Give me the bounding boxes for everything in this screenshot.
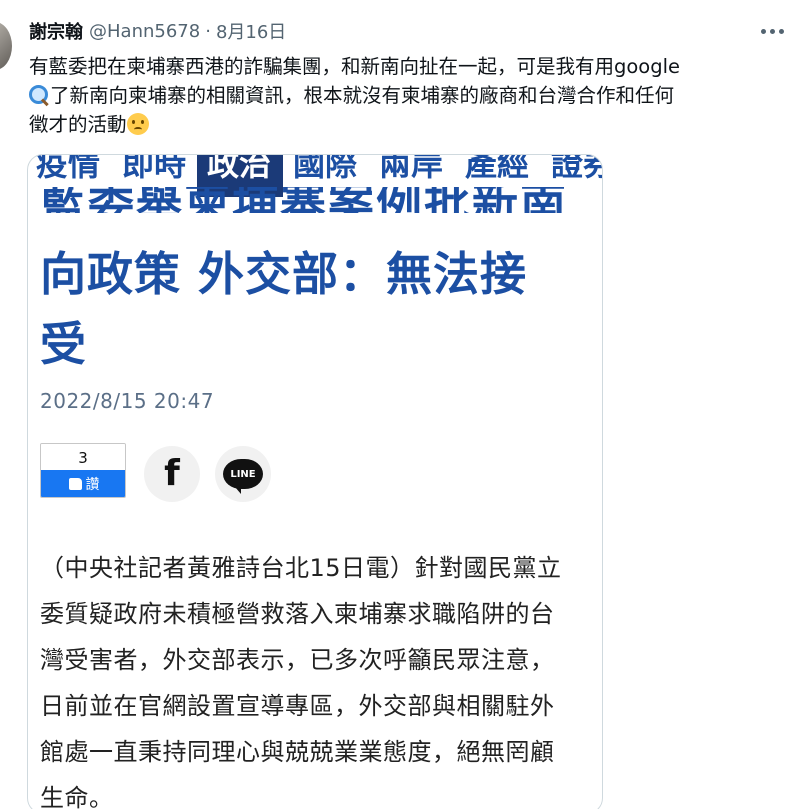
tweet-text-line-content: 徵才的活動 — [29, 113, 127, 136]
nav-item: 兩岸 — [379, 155, 444, 183]
like-button-label: 讚 — [85, 476, 100, 493]
more-options-button[interactable] — [754, 16, 790, 46]
tweet-header: 謝宗翰 @Hann5678 · 8月16日 — [29, 18, 286, 44]
author-name[interactable]: 謝宗翰 — [29, 18, 83, 44]
facebook-like-widget: 3 讚 — [40, 443, 126, 498]
tweet-text-line: 有藍委把在柬埔寨西港的詐騙集團，和新南向扯在一起，可是我有用google — [29, 55, 681, 78]
like-button: 讚 — [41, 470, 125, 497]
facebook-share-button: f — [144, 446, 200, 502]
headline-line: 受 — [40, 317, 87, 371]
article-body: （中央社記者黃雅詩台北15日電）針對國民黨立 委質疑政府未積極營救落入柬埔寨求職… — [40, 545, 592, 809]
frowning-face-icon — [126, 113, 149, 135]
author-handle[interactable]: @Hann5678 — [89, 21, 200, 42]
line-icon: LINE — [223, 459, 263, 494]
nav-item: 證券 — [551, 155, 602, 183]
thumbs-up-icon — [68, 477, 82, 490]
nav-item: 國際 — [293, 155, 358, 183]
headline-partial: 藍委舉柬埔寨案例批新南 — [40, 187, 600, 213]
article-body-line: 日前並在官網設置宣導專區，外交部與相關駐外 — [40, 692, 555, 720]
more-dot-icon — [778, 28, 784, 34]
tweet-text-line: 了新南向柬埔寨的相關資訊，根本就沒有柬埔寨的廠商和台灣合作和任何 — [29, 81, 789, 110]
article-body-line: 館處一直秉持同理心與兢兢業業態度，絕無罔顧 — [40, 738, 555, 766]
facebook-icon: f — [164, 453, 180, 494]
line-share-button: LINE — [215, 446, 271, 502]
separator-dot: · — [205, 20, 211, 42]
tweet-text: 有藍委把在柬埔寨西港的詐騙集團，和新南向扯在一起，可是我有用google 了新南… — [29, 52, 789, 139]
like-count: 3 — [41, 444, 125, 472]
tweet-text-line: 徵才的活動 — [29, 110, 789, 139]
tweet-media-image[interactable]: 疫情 即時 政治 國際 兩岸 產經 證券 藍委舉柬埔寨案例批新南 向政策 外交部… — [27, 154, 603, 809]
more-dot-icon — [769, 28, 775, 34]
nav-item-active-label: 政治 — [207, 155, 272, 183]
article-body-line: 灣受害者，外交部表示，已多次呼籲民眾注意， — [40, 646, 555, 674]
article-headline: 向政策 外交部：無法接 受 — [40, 239, 580, 379]
author-avatar[interactable] — [0, 22, 12, 70]
article-body-line: 生命。 — [40, 784, 114, 809]
magnifying-glass-icon — [29, 85, 49, 105]
article-body-line: 委質疑政府未積極營救落入柬埔寨求職陷阱的台 — [40, 600, 555, 628]
line-icon-label: LINE — [230, 468, 256, 480]
nav-item: 疫情 — [36, 155, 101, 183]
more-dot-icon — [760, 28, 766, 34]
tweet-text-line-content: 了新南向柬埔寨的相關資訊，根本就沒有柬埔寨的廠商和台灣合作和任何 — [50, 84, 675, 107]
article-body-line: （中央社記者黃雅詩台北15日電）針對國民黨立 — [40, 554, 562, 582]
article-date: 2022/8/15 20:47 — [40, 389, 215, 413]
headline-partial-text: 藍委舉柬埔寨案例批新南 — [40, 187, 568, 213]
tweet-date[interactable]: 8月16日 — [216, 18, 286, 44]
nav-item: 即時 — [122, 155, 187, 183]
nav-item: 產經 — [465, 155, 530, 183]
headline-line: 向政策 外交部：無法接 — [40, 247, 528, 301]
